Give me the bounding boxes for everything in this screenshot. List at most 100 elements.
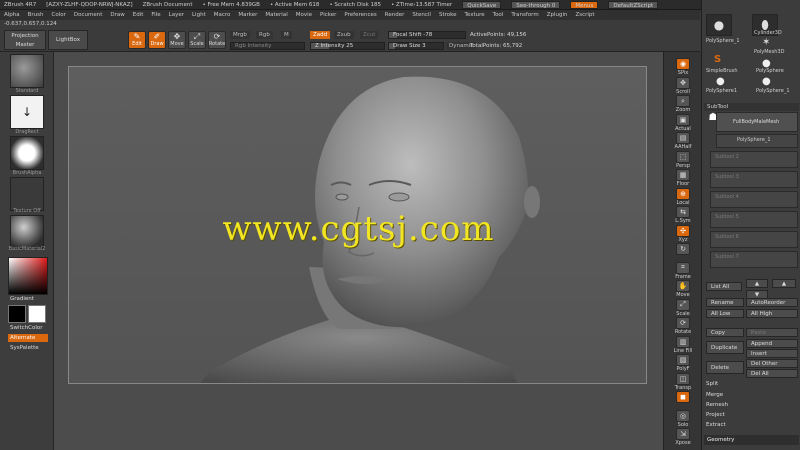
menu-layer[interactable]: Layer	[169, 12, 184, 18]
menu-macro[interactable]: Macro	[214, 12, 231, 18]
menu-tool[interactable]: Tool	[493, 12, 504, 18]
scale-button[interactable]: ⤢ Scale	[188, 31, 206, 49]
paste-button[interactable]: Paste	[746, 328, 798, 337]
menu-marker[interactable]: Marker	[238, 12, 257, 18]
geometry-header[interactable]: Geometry	[704, 435, 799, 445]
subtool-slot[interactable]: Subtool 3	[710, 171, 798, 188]
zsub-button[interactable]: Zsub	[334, 31, 354, 39]
zcut-button[interactable]: Zcut	[360, 31, 379, 39]
switch-color-button[interactable]: SwitchColor	[10, 325, 43, 331]
menu-picker[interactable]: Picker	[320, 12, 336, 18]
insert-button[interactable]: Insert	[746, 349, 798, 358]
split-section[interactable]: Split	[706, 381, 718, 387]
del-all-button[interactable]: Del All	[746, 369, 798, 378]
menu-render[interactable]: Render	[385, 12, 405, 18]
tool-panel: ● PolySphere_1 ⬮ Cylinder3D PolyMesh3D ✶…	[701, 0, 800, 450]
subtool-item[interactable]: PolySphere_1	[716, 134, 798, 148]
del-other-button[interactable]: Del Other	[746, 359, 798, 368]
rotate-button[interactable]: ⟳ Rotate	[208, 31, 226, 49]
duplicate-button[interactable]: Duplicate	[706, 341, 744, 354]
subtool-active-name: FullBodyMaleMesh	[733, 119, 780, 125]
secondary-color-swatch[interactable]	[28, 305, 46, 323]
scratch-disk: • Scratch Disk 185	[329, 1, 382, 8]
move-button[interactable]: ✥ Move	[168, 31, 186, 49]
default-zscript-button[interactable]: DefaultZScript	[608, 0, 659, 9]
sphere-icon[interactable]: ●	[762, 76, 771, 87]
watermark-text: www.cgtsj.com	[222, 209, 495, 249]
copy-button[interactable]: Copy	[706, 328, 744, 337]
gradient-button[interactable]: Gradient	[10, 296, 34, 302]
project-section[interactable]: Project	[706, 412, 725, 418]
texture-thumbnail[interactable]	[10, 177, 44, 211]
all-low-button[interactable]: All Low	[706, 309, 744, 318]
subtool-slot[interactable]: Subtool 2	[710, 151, 798, 168]
remesh-section[interactable]: Remesh	[706, 402, 728, 408]
menu-stroke[interactable]: Stroke	[439, 12, 457, 18]
material-thumbnail[interactable]	[10, 215, 44, 249]
menu-zplugin[interactable]: Zplugin	[547, 12, 568, 18]
delete-button[interactable]: Delete	[706, 361, 744, 374]
sphere-icon[interactable]: ●	[716, 76, 725, 87]
append-button[interactable]: Append	[746, 339, 798, 348]
document-canvas[interactable]: www.cgtsj.com	[68, 66, 647, 384]
mrgb-button[interactable]: Mrgb	[230, 31, 250, 39]
menu-document[interactable]: Document	[74, 12, 103, 18]
extract-section[interactable]: Extract	[706, 422, 726, 428]
menu-file[interactable]: File	[151, 12, 160, 18]
menu-material[interactable]: Material	[265, 12, 287, 18]
simplebrush-icon[interactable]: S	[714, 54, 721, 65]
list-all-button[interactable]: List All	[706, 282, 742, 291]
menu-alpha[interactable]: Alpha	[4, 12, 20, 18]
rgb-intensity-slider[interactable]: Rgb Intensity	[230, 42, 305, 50]
see-through-slider[interactable]: See-through 0	[511, 0, 561, 9]
z-intensity-slider[interactable]: Z Intensity 25	[310, 42, 385, 50]
menu-stencil[interactable]: Stencil	[412, 12, 431, 18]
tool-thumb-polysphere1[interactable]: ●	[706, 14, 732, 36]
projection-master-button[interactable]: Projection Master	[4, 30, 46, 50]
subtool-slot[interactable]: Subtool 7	[710, 251, 798, 268]
menu-transform[interactable]: Transform	[511, 12, 538, 18]
shelf-label: Rotate	[674, 329, 692, 335]
sys-palette-button[interactable]: SysPalette	[10, 345, 39, 351]
menu-edit[interactable]: Edit	[133, 12, 144, 18]
rename-button[interactable]: Rename	[706, 298, 744, 307]
edit-button[interactable]: ✎ Edit	[128, 31, 146, 49]
lightbox-button[interactable]: LightBox	[48, 30, 88, 50]
color-picker[interactable]	[8, 257, 48, 295]
menu-color[interactable]: Color	[52, 12, 66, 18]
subtool-header[interactable]: SubTool	[704, 103, 799, 111]
all-high-button[interactable]: All High	[746, 309, 798, 318]
shelf-button-xpose[interactable]: ⇲ Xpose	[667, 428, 699, 450]
quicksave-button[interactable]: QuickSave	[462, 0, 502, 9]
alpha-thumbnail[interactable]	[10, 136, 44, 170]
menu-preferences[interactable]: Preferences	[344, 12, 376, 18]
menu-brush[interactable]: Brush	[28, 12, 44, 18]
draw-button[interactable]: ✐ Draw	[148, 31, 166, 49]
shelf-icon: ◎	[676, 409, 690, 422]
main-color-swatch[interactable]	[8, 305, 26, 323]
arrow-up-icon[interactable]: ▲	[746, 279, 768, 288]
arrow-up-icon[interactable]: ▲	[772, 279, 796, 288]
menus-button[interactable]: Menus	[570, 0, 599, 9]
zadd-button[interactable]: Zadd	[310, 31, 331, 39]
subtool-slot[interactable]: Subtool 6	[710, 231, 798, 248]
m-button[interactable]: M	[281, 31, 292, 39]
menu-zscript[interactable]: Zscript	[575, 12, 594, 18]
stroke-thumbnail[interactable]: ↓	[10, 95, 44, 129]
focal-shift-slider[interactable]: Focal Shift -78	[388, 31, 466, 39]
subtool-slot[interactable]: Subtool 4	[710, 191, 798, 208]
draw-size-slider[interactable]: Draw Size 3	[388, 42, 444, 50]
menu-draw[interactable]: Draw	[110, 12, 124, 18]
shelf-label: Solo	[677, 421, 689, 428]
alternate-button[interactable]: Alternate	[8, 334, 48, 342]
menu-light[interactable]: Light	[192, 12, 206, 18]
menu-texture[interactable]: Texture	[465, 12, 485, 18]
subtool-active[interactable]: FullBodyMaleMesh	[716, 112, 798, 132]
merge-section[interactable]: Merge	[706, 392, 723, 398]
autoreorder-button[interactable]: AutoReorder	[746, 298, 798, 307]
rgb-button[interactable]: Rgb	[256, 31, 273, 39]
menu-movie[interactable]: Movie	[296, 12, 312, 18]
move-icon: ✥	[173, 32, 181, 41]
brush-thumbnail[interactable]	[10, 54, 44, 88]
subtool-slot[interactable]: Subtool 5	[710, 211, 798, 228]
